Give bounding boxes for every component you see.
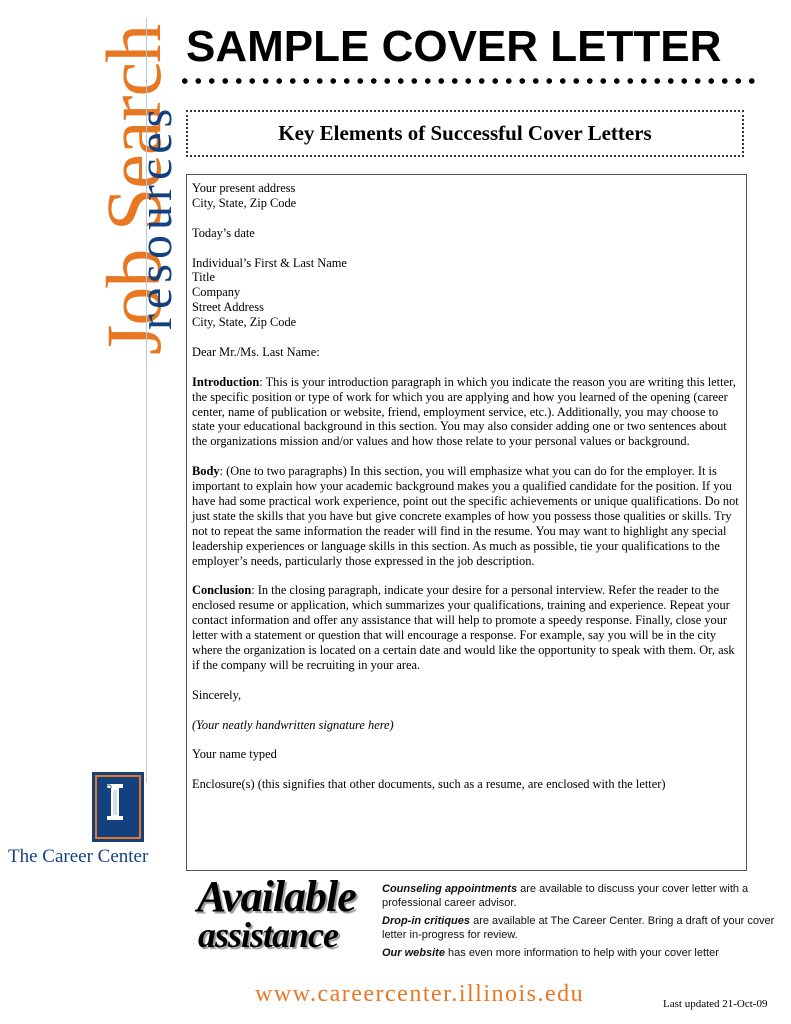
assistance-item: Our website has even more information to… <box>382 947 777 961</box>
section-text: : In the closing paragraph, indicate you… <box>192 583 735 672</box>
enclosure-note: Enclosure(s) (this signifies that other … <box>192 777 666 792</box>
assistance-item: Counseling appointments are available to… <box>382 883 777 910</box>
assistance-lead: Our website <box>382 947 445 959</box>
recipient-line: Title <box>192 270 215 285</box>
website-link[interactable]: www.careercenter.illinois.edu <box>255 981 584 1008</box>
recipient-line: Company <box>192 285 241 300</box>
letter-date: Today’s date <box>192 225 255 240</box>
dotted-divider <box>178 77 760 85</box>
illinois-logo-icon <box>92 772 144 842</box>
recipient-line: City, State, Zip Code <box>192 315 297 330</box>
recipient-address: Individual’s First & Last Name Title Com… <box>192 256 741 331</box>
assistance-item: Drop-in critiques are available at The C… <box>382 915 777 942</box>
assistance-text: has even more information to help with y… <box>444 947 719 959</box>
recipient-line: Individual’s First & Last Name <box>192 255 347 270</box>
assistance-lead: Counseling appointments <box>382 883 518 895</box>
heading-line: assistance <box>198 915 339 955</box>
conclusion-paragraph: Conclusion: In the closing paragraph, in… <box>192 583 741 672</box>
closing: Sincerely, <box>192 687 242 702</box>
sidebar-divider <box>146 18 147 783</box>
sample-letter: Your present address City, State, Zip Co… <box>186 174 747 871</box>
page-subtitle: Key Elements of Successful Cover Letters <box>278 121 652 145</box>
sender-line: Your present address <box>192 181 296 195</box>
sidebar: Job Search resources The Career Center U… <box>0 0 182 1024</box>
assistance-lead: Drop-in critiques <box>382 915 471 927</box>
brand-resources: resources <box>129 103 182 330</box>
salutation: Dear Mr./Ms. Last Name: <box>192 344 320 359</box>
sender-address: Your present address City, State, Zip Co… <box>192 181 741 211</box>
last-updated: Last updated 21-Oct-09 <box>663 998 768 1010</box>
section-text: : This is your introduction paragraph in… <box>192 374 736 449</box>
subtitle-box: Key Elements of Successful Cover Letters <box>186 110 744 157</box>
page-title: SAMPLE COVER LETTER <box>186 22 722 71</box>
section-heading: Conclusion <box>192 583 252 598</box>
recipient-line: Street Address <box>192 300 264 315</box>
heading-line: Available <box>197 872 357 921</box>
section-heading: Body <box>192 464 220 479</box>
introduction-paragraph: Introduction: This is your introduction … <box>192 375 741 450</box>
section-text: : (One to two paragraphs) In this sectio… <box>192 464 739 568</box>
column-icon <box>106 784 123 820</box>
sender-line: City, State, Zip Code <box>192 195 297 210</box>
assistance-list: Counseling appointments are available to… <box>382 883 777 966</box>
section-heading: Introduction <box>192 374 260 389</box>
typed-name: Your name typed <box>192 747 277 762</box>
org-name: The Career Center <box>8 846 149 867</box>
job-search-resources-brand: Job Search resources <box>0 0 182 370</box>
body-paragraph: Body: (One to two paragraphs) In this se… <box>192 464 741 568</box>
signature-placeholder: (Your neatly handwritten signature here) <box>192 717 394 732</box>
